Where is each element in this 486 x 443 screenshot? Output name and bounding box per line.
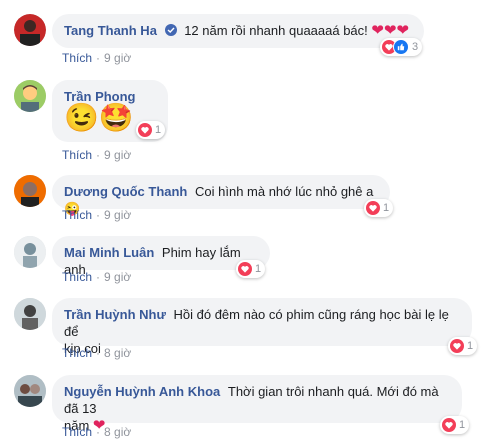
like-link[interactable]: Thích	[62, 346, 92, 360]
comment-author[interactable]: Trần Huỳnh Như	[64, 307, 166, 322]
avatar[interactable]	[14, 236, 46, 268]
timestamp[interactable]: 8 giờ	[104, 425, 131, 439]
comment-author[interactable]: Nguyễn Huỳnh Anh Khoa	[64, 384, 220, 399]
separator: ·	[96, 208, 101, 222]
comment-text: 12 năm rồi nhanh quaaaaá bác!	[184, 23, 368, 38]
like-link[interactable]: Thích	[62, 425, 92, 439]
reaction-summary[interactable]: 1	[364, 199, 394, 217]
reaction-summary[interactable]: 1	[440, 416, 470, 434]
comment-actions: Thích · 9 giờ	[62, 270, 131, 284]
separator: ·	[96, 148, 101, 162]
avatar[interactable]	[14, 80, 46, 112]
heart-emoji-icon: ❤❤❤	[371, 22, 410, 39]
reaction-summary[interactable]: 3	[380, 38, 423, 56]
separator: ·	[96, 270, 101, 284]
avatar[interactable]	[14, 175, 46, 207]
avatar[interactable]	[14, 14, 46, 46]
reaction-count: 3	[412, 41, 419, 53]
comment-author[interactable]: Dương Quốc Thanh	[64, 184, 187, 199]
avatar[interactable]	[14, 375, 46, 407]
reaction-summary[interactable]: 1	[236, 260, 266, 278]
like-link[interactable]: Thích	[62, 51, 92, 65]
timestamp[interactable]: 8 giờ	[104, 346, 131, 360]
comment-bubble: Trần Huỳnh Như Hồi đó đêm nào có phim cũ…	[52, 298, 472, 356]
comment-actions: Thích · 8 giờ	[62, 346, 131, 360]
love-reaction-icon	[450, 339, 464, 353]
comment-bubble: Tang Thanh Ha 12 năm rồi nhanh quaaaaá b…	[52, 14, 424, 48]
like-link[interactable]: Thích	[62, 208, 92, 222]
timestamp[interactable]: 9 giờ	[104, 208, 131, 222]
comment-author[interactable]: Mai Minh Luân	[64, 245, 154, 260]
love-reaction-icon	[138, 123, 152, 137]
comment-actions: Thích · 9 giờ	[62, 148, 131, 162]
separator: ·	[96, 51, 101, 65]
separator: ·	[96, 346, 101, 360]
comment-bubble: Nguyễn Huỳnh Anh Khoa Thời gian trôi nha…	[52, 375, 462, 434]
timestamp[interactable]: 9 giờ	[104, 148, 131, 162]
reaction-count: 1	[255, 263, 262, 275]
love-reaction-icon	[442, 418, 456, 432]
verified-badge-icon	[164, 24, 177, 36]
timestamp[interactable]: 9 giờ	[104, 270, 131, 284]
comment-author[interactable]: Tang Thanh Ha	[64, 23, 157, 38]
reaction-summary[interactable]: 1	[136, 121, 166, 139]
reaction-count: 1	[383, 202, 390, 214]
comment-actions: Thích · 9 giờ	[62, 51, 131, 65]
reaction-count: 1	[459, 419, 466, 431]
like-link[interactable]: Thích	[62, 270, 92, 284]
reaction-count: 1	[467, 340, 474, 352]
separator: ·	[96, 425, 101, 439]
comment-bubble: Dương Quốc Thanh Coi hình mà nhớ lúc nhỏ…	[52, 175, 390, 216]
reaction-summary[interactable]: 1	[448, 337, 478, 355]
avatar[interactable]	[14, 298, 46, 330]
reaction-count: 1	[155, 124, 162, 136]
love-reaction-icon	[238, 262, 252, 276]
like-reaction-icon	[393, 39, 409, 55]
timestamp[interactable]: 9 giờ	[104, 51, 131, 65]
comment-actions: Thích · 9 giờ	[62, 208, 131, 222]
love-reaction-icon	[366, 201, 380, 215]
like-link[interactable]: Thích	[62, 148, 92, 162]
comment-actions: Thích · 8 giờ	[62, 425, 131, 439]
